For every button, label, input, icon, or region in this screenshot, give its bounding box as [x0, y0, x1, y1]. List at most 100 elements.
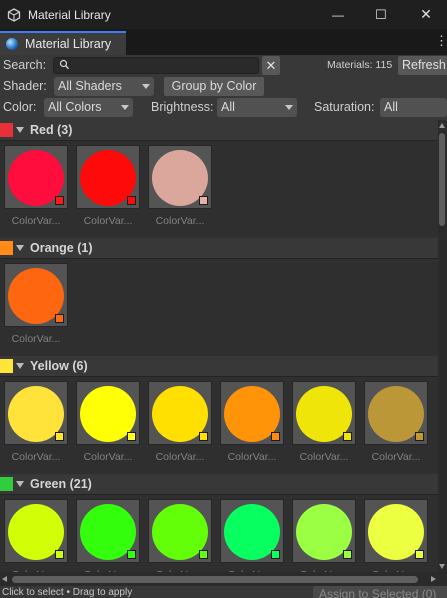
tab-menu-icon[interactable]: ⋮ [435, 33, 447, 49]
shader-row: Shader: All Shaders Group by Color [0, 76, 447, 97]
material-thumbnail[interactable] [76, 499, 140, 563]
color-tag-badge [415, 432, 424, 441]
tab-material-library[interactable]: Material Library [0, 31, 126, 55]
brightness-filter-dropdown[interactable]: All [217, 98, 297, 117]
shader-value: All Shaders [58, 79, 122, 93]
material-thumbnail[interactable] [4, 381, 68, 445]
material-thumbnail[interactable] [220, 381, 284, 445]
saturation-filter-dropdown[interactable]: All [380, 98, 447, 117]
tab-label: Material Library [25, 37, 112, 51]
group-header[interactable]: Orange (1) [0, 238, 438, 258]
material-item[interactable]: ColorVar... [220, 499, 284, 572]
material-thumbnail[interactable] [220, 499, 284, 563]
material-item[interactable]: ColorVar... [4, 499, 68, 572]
group-color-swatch [0, 359, 13, 373]
clear-search-button[interactable]: ✕ [262, 56, 280, 75]
material-thumbnail[interactable] [148, 145, 212, 209]
color-tag-badge [55, 196, 64, 205]
material-grid: ColorVar... ColorVar... ColorVar... ColorVa… [0, 376, 438, 474]
tab-strip: Material Library ⋮ [0, 29, 447, 55]
material-thumbnail[interactable] [76, 145, 140, 209]
chevron-down-icon [142, 84, 150, 89]
group-title: Yellow (6) [30, 359, 88, 373]
horizontal-scrollbar[interactable] [0, 572, 438, 586]
foldout-arrow-icon[interactable] [16, 363, 24, 369]
sphere-icon [6, 38, 18, 50]
foldout-arrow-icon[interactable] [16, 245, 24, 251]
color-filter-dropdown[interactable]: All Colors [44, 98, 133, 117]
scroll-down-icon[interactable] [439, 564, 445, 569]
search-icon [59, 59, 70, 70]
unity-logo-icon [7, 7, 21, 22]
search-input[interactable] [72, 58, 252, 73]
group-by-color-button[interactable]: Group by Color [164, 77, 264, 96]
vertical-scrollbar[interactable] [438, 120, 447, 572]
brightness-filter-label: Brightness: [151, 100, 214, 114]
material-item[interactable]: ColorVar... [4, 145, 68, 231]
maximize-icon: ☐ [375, 6, 387, 22]
material-item[interactable]: ColorVar... [292, 381, 356, 467]
scroll-left-icon[interactable] [2, 576, 7, 582]
shader-label: Shader: [3, 79, 47, 93]
material-name: ColorVar... [155, 451, 205, 463]
material-name: ColorVar... [299, 451, 349, 463]
vertical-scroll-thumb[interactable] [439, 133, 445, 226]
material-group: Red (3) ColorVar... ColorVar... ColorVar... [0, 120, 438, 238]
material-name: ColorVar... [83, 451, 133, 463]
material-thumbnail[interactable] [364, 381, 428, 445]
scroll-right-icon[interactable] [431, 576, 436, 582]
color-tag-badge [343, 432, 352, 441]
saturation-filter-label: Saturation: [314, 100, 375, 114]
group-header[interactable]: Red (3) [0, 120, 438, 140]
material-group: Green (21)ColorVar...ColorVar...ColorVar… [0, 474, 438, 572]
material-thumbnail[interactable] [148, 499, 212, 563]
material-item[interactable]: ColorVar... [4, 381, 68, 467]
material-name: ColorVar... [371, 451, 421, 463]
material-item[interactable]: ColorVar... [76, 381, 140, 467]
foldout-arrow-icon[interactable] [16, 481, 24, 487]
group-header[interactable]: Yellow (6) [0, 356, 438, 376]
material-name: ColorVar... [83, 215, 133, 227]
color-tag-badge [199, 196, 208, 205]
material-thumbnail[interactable] [4, 499, 68, 563]
material-grid: ColorVar...ColorVar...ColorVar...ColorVa… [0, 494, 438, 572]
group-header[interactable]: Green (21) [0, 474, 438, 494]
color-tag-badge [127, 550, 136, 559]
horizontal-scroll-thumb[interactable] [12, 576, 418, 583]
material-thumbnail[interactable] [148, 381, 212, 445]
status-hint: Click to select • Drag to apply [2, 587, 133, 598]
material-item[interactable]: ColorVar... [292, 499, 356, 572]
material-thumbnail[interactable] [292, 499, 356, 563]
group-color-swatch [0, 477, 13, 491]
material-item[interactable]: ColorVar... [148, 499, 212, 572]
material-group: Orange (1) ColorVar... [0, 238, 438, 356]
material-name: ColorVar... [227, 451, 277, 463]
material-thumbnail[interactable] [4, 145, 68, 209]
material-item[interactable]: ColorVar... [148, 381, 212, 467]
material-thumbnail[interactable] [364, 499, 428, 563]
material-item[interactable]: ColorVar... [148, 145, 212, 231]
color-tag-badge [55, 314, 64, 323]
material-thumbnail[interactable] [292, 381, 356, 445]
maximize-button[interactable]: ☐ [360, 0, 402, 29]
material-thumbnail[interactable] [4, 263, 68, 327]
material-thumbnail[interactable] [76, 381, 140, 445]
close-window-button[interactable]: ✕ [405, 0, 447, 29]
scroll-up-icon[interactable] [439, 123, 445, 128]
foldout-arrow-icon[interactable] [16, 127, 24, 133]
material-item[interactable]: ColorVar... [364, 499, 428, 572]
minimize-button[interactable]: — [317, 0, 359, 29]
group-title: Orange (1) [30, 241, 93, 255]
material-item[interactable]: ColorVar... [76, 499, 140, 572]
material-item[interactable]: ColorVar... [4, 263, 68, 349]
material-item[interactable]: ColorVar... [364, 381, 428, 467]
close-icon: ✕ [420, 6, 432, 22]
material-item[interactable]: ColorVar... [220, 381, 284, 467]
search-box[interactable] [53, 57, 259, 74]
assign-to-selected-button[interactable]: Assign to Selected (0) [313, 586, 447, 598]
refresh-button[interactable]: Refresh [398, 56, 447, 75]
color-tag-badge [127, 432, 136, 441]
color-tag-badge [415, 550, 424, 559]
shader-dropdown[interactable]: All Shaders [54, 77, 154, 96]
material-item[interactable]: ColorVar... [76, 145, 140, 231]
